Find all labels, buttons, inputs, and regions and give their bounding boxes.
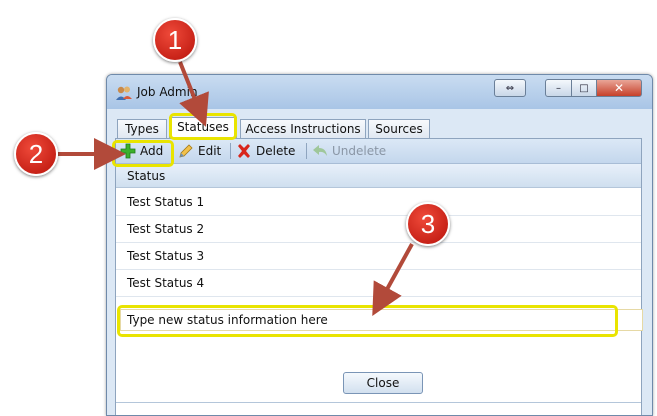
toolbar: Add Edit Delete Undelete bbox=[116, 139, 641, 164]
undelete-button[interactable]: Undelete bbox=[312, 142, 386, 160]
maximize-icon: □ bbox=[579, 82, 589, 94]
delete-button[interactable]: Delete bbox=[236, 142, 295, 160]
maximize-button[interactable]: □ bbox=[571, 79, 597, 97]
close-icon: ✕ bbox=[613, 81, 625, 95]
minimize-button[interactable]: – bbox=[545, 79, 572, 97]
tab-access-instructions[interactable]: Access Instructions bbox=[240, 119, 366, 139]
status-column-header[interactable]: Status bbox=[116, 164, 641, 188]
delete-label: Delete bbox=[256, 144, 296, 158]
title-bar[interactable]: Job Admin ⇔ – □ ✕ bbox=[107, 75, 652, 109]
callout-badge-3: 3 bbox=[406, 202, 450, 246]
close-button[interactable]: Close bbox=[343, 372, 423, 394]
callout-badge-1: 1 bbox=[153, 18, 197, 62]
table-row[interactable]: Test Status 2 bbox=[116, 216, 641, 243]
table-row[interactable]: Test Status 1 bbox=[116, 189, 641, 216]
close-window-button[interactable]: ✕ bbox=[596, 79, 642, 97]
toolbar-separator bbox=[306, 143, 307, 159]
toolbar-separator bbox=[230, 143, 231, 159]
resize-button[interactable]: ⇔ bbox=[494, 79, 526, 97]
highlight-statuses-tab bbox=[169, 113, 237, 140]
delete-x-icon bbox=[238, 144, 250, 158]
pencil-icon bbox=[179, 144, 193, 158]
tab-sources[interactable]: Sources bbox=[368, 119, 430, 139]
undo-arrow-icon bbox=[313, 145, 327, 156]
window-title: Job Admin bbox=[137, 85, 198, 99]
resize-icon: ⇔ bbox=[505, 82, 515, 94]
edit-label: Edit bbox=[198, 144, 222, 158]
highlight-new-status-input bbox=[117, 305, 618, 337]
edit-button[interactable]: Edit bbox=[178, 142, 221, 160]
tab-types[interactable]: Types bbox=[117, 119, 167, 139]
callout-badge-2: 2 bbox=[14, 132, 58, 176]
table-row[interactable]: Test Status 4 bbox=[116, 270, 641, 297]
undelete-label: Undelete bbox=[332, 144, 387, 158]
people-icon bbox=[116, 86, 132, 100]
highlight-add-button bbox=[112, 140, 174, 167]
minimize-icon: – bbox=[556, 82, 561, 94]
table-row[interactable]: Test Status 3 bbox=[116, 243, 641, 270]
